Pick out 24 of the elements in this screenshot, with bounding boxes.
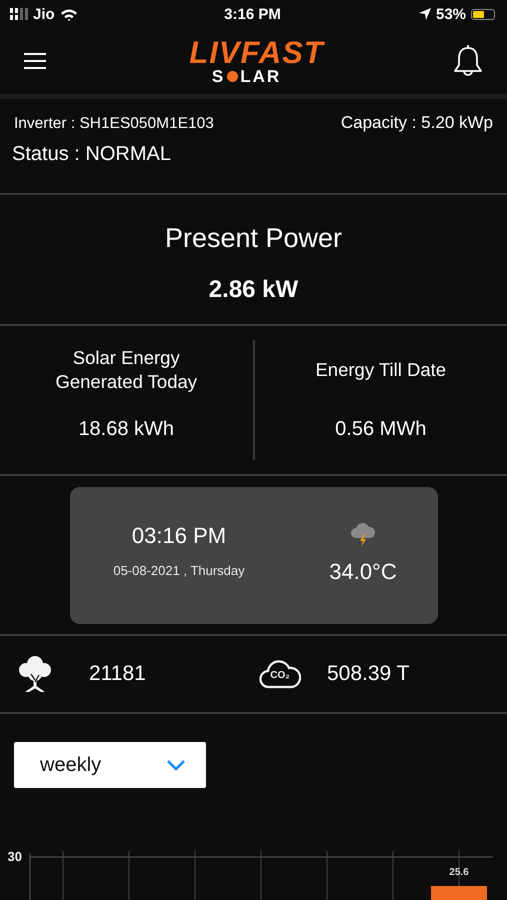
bar-value-label: 25.6: [449, 867, 469, 878]
clock-time: 3:16 PM: [224, 6, 281, 22]
co2-value: 508.39 T: [327, 662, 411, 686]
carrier-name: Jio: [33, 6, 55, 22]
period-dropdown[interactable]: weekly: [14, 742, 206, 788]
brand-logo: LIVFAST: [189, 36, 324, 68]
stat-value: 18.68 kWh: [78, 418, 174, 441]
co2-label: CO₂: [269, 670, 291, 681]
power-value: 2.86 kW: [208, 276, 298, 304]
stat-label: Solar Energy Generated Today: [54, 346, 198, 394]
battery-percent: 53%: [436, 6, 466, 22]
logo-text: LAR: [240, 68, 282, 86]
capacity-value: Capacity : 5.20 kWp: [340, 113, 493, 133]
logo-letter: S: [212, 68, 226, 86]
temperature-value: 34.0°C: [329, 559, 397, 585]
stat-value: 0.56 MWh: [335, 418, 426, 441]
y-axis-label: 30: [8, 849, 22, 864]
stat-label: Energy Till Date: [314, 358, 448, 382]
current-date: 05-08-2021 , Thursday: [113, 563, 245, 578]
current-time: 03:16 PM: [132, 523, 226, 549]
trees-count: 21181: [89, 662, 147, 686]
status-text: Status : NORMAL: [12, 143, 172, 166]
inverter-id: Inverter : SH1ES050M1E103: [14, 115, 214, 133]
section-title: Present Power: [164, 223, 342, 254]
